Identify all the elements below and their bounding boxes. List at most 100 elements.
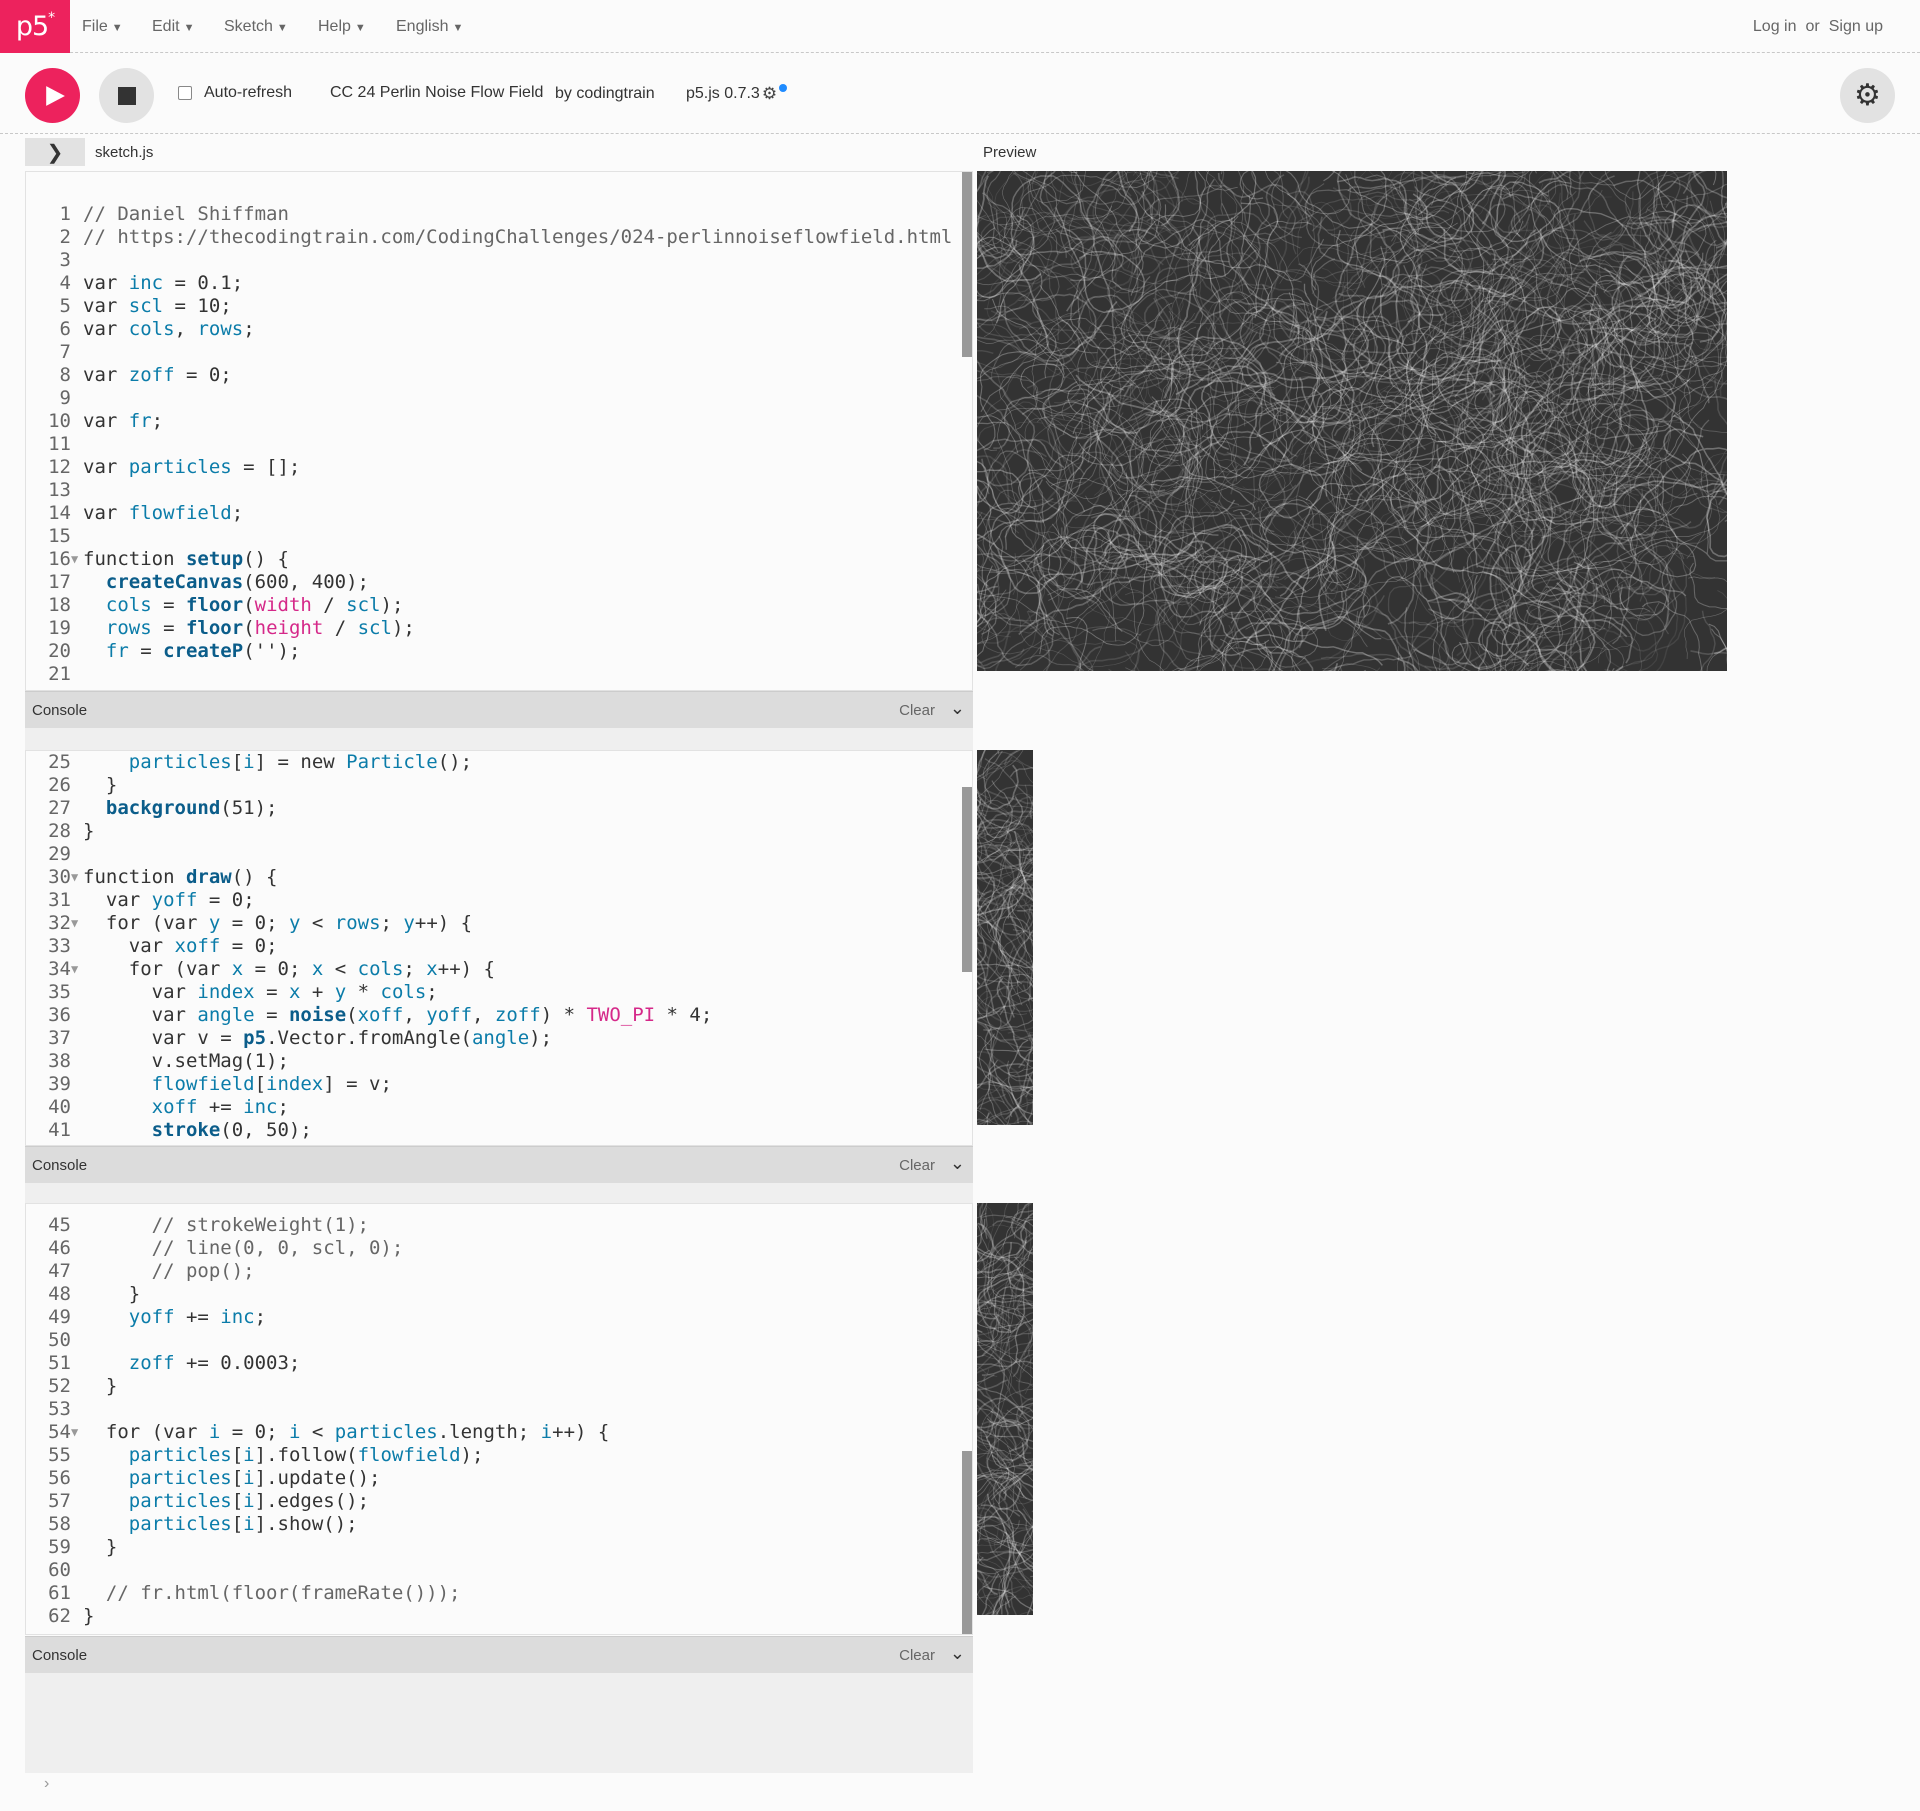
menu-help[interactable]: Help ▼	[318, 0, 366, 53]
code-line[interactable]: 35 var index = x + y * cols;	[26, 981, 972, 1004]
code-line[interactable]: 31 var yoff = 0;	[26, 889, 972, 912]
code-line[interactable]: 3	[26, 249, 972, 272]
console-clear-button[interactable]: Clear	[899, 1157, 935, 1174]
code-line[interactable]: 9	[26, 387, 972, 410]
code-line[interactable]: 55 particles[i].follow(flowfield);	[26, 1444, 972, 1467]
code-text: cols = floor(width / scl);	[105, 594, 404, 616]
code-line[interactable]: 39 flowfield[index] = v;	[26, 1073, 972, 1096]
file-tab[interactable]: sketch.js	[95, 144, 153, 161]
menu-sketch[interactable]: Sketch ▼	[224, 0, 288, 53]
code-line[interactable]: 7	[26, 341, 972, 364]
code-line[interactable]: 58 particles[i].show();	[26, 1513, 972, 1536]
code-editor-2[interactable]: 25 particles[i] = new Particle(); 26 } 27 …	[25, 750, 973, 1146]
code-line[interactable]: 47 // pop();	[26, 1260, 972, 1283]
code-line[interactable]: 29	[26, 843, 972, 866]
p5-version[interactable]: p5.js 0.7.3 ⚙	[686, 84, 788, 104]
code-line[interactable]: 10 var fr;	[26, 410, 972, 433]
code-line[interactable]: 26 }	[26, 774, 972, 797]
fold-arrow-icon[interactable]: ▼	[71, 1421, 83, 1444]
play-button[interactable]	[25, 68, 80, 123]
code-line[interactable]: 51 zoff += 0.0003;	[26, 1352, 972, 1375]
code-line[interactable]: 17 createCanvas(600, 400);	[26, 571, 972, 594]
code-line[interactable]: 50	[26, 1329, 972, 1352]
top-nav: p5* File ▼ Edit ▼ Sketch ▼ Help ▼ English ▼ L…	[0, 0, 1920, 53]
sketch-title[interactable]: CC 24 Perlin Noise Flow Field	[330, 84, 543, 102]
console-clear-button[interactable]: Clear	[899, 1647, 935, 1664]
code-line[interactable]: 48 }	[26, 1283, 972, 1306]
code-line[interactable]: 37 var v = p5.Vector.fromAngle(angle);	[26, 1027, 972, 1050]
code-line[interactable]: 1 // Daniel Shiffman	[26, 203, 972, 226]
line-number: 58	[48, 1513, 71, 1535]
signup-link[interactable]: Sign up	[1829, 18, 1883, 35]
code-line[interactable]: 41 stroke(0, 50);	[26, 1119, 972, 1142]
chevron-down-icon[interactable]: ⌄	[950, 1153, 965, 1174]
code-line[interactable]: 21	[26, 663, 972, 686]
code-line[interactable]: 49 yoff += inc;	[26, 1306, 972, 1329]
flow-stroke	[1718, 493, 1727, 506]
code-editor-3[interactable]: 45 // strokeWeight(1); 46 // line(0, 0, s…	[25, 1203, 973, 1635]
preview-canvas[interactable]	[977, 171, 1727, 671]
code-line[interactable]: 5 var scl = 10;	[26, 295, 972, 318]
code-line[interactable]: 32▼ for (var y = 0; y < rows; y++) {	[26, 912, 972, 935]
code-line[interactable]: 28}	[26, 820, 972, 843]
code-line[interactable]: 56 particles[i].update();	[26, 1467, 972, 1490]
code-line[interactable]: 2 // https://thecodingtrain.com/CodingCha…	[26, 226, 972, 249]
code-line[interactable]: 33 var xoff = 0;	[26, 935, 972, 958]
code-line[interactable]: 11	[26, 433, 972, 456]
code-line[interactable]: 36 var angle = noise(xoff, yoff, zoff) *…	[26, 1004, 972, 1027]
sidebar-toggle-button[interactable]: ❯	[25, 138, 85, 166]
code-line[interactable]: 20 fr = createP('');	[26, 640, 972, 663]
code-line[interactable]: 14 var flowfield;	[26, 502, 972, 525]
code-line[interactable]: 61 // fr.html(floor(frameRate()));	[26, 1582, 972, 1605]
code-line[interactable]: 52 }	[26, 1375, 972, 1398]
code-line[interactable]: 8 var zoff = 0;	[26, 364, 972, 387]
sketch-owner[interactable]: by codingtrain	[555, 85, 655, 103]
code-editor-1[interactable]: 1 // Daniel Shiffman 2 // https://thecoding…	[25, 171, 973, 691]
code-line[interactable]: 40 xoff += inc;	[26, 1096, 972, 1119]
code-line[interactable]: 46 // line(0, 0, scl, 0);	[26, 1237, 972, 1260]
editor-scrollbar[interactable]	[962, 787, 972, 972]
code-line[interactable]: 18 cols = floor(width / scl);	[26, 594, 972, 617]
code-line[interactable]: 45 // strokeWeight(1);	[26, 1214, 972, 1237]
menu-edit-label: Edit	[152, 18, 180, 35]
code-line[interactable]: 25 particles[i] = new Particle();	[26, 751, 972, 774]
auto-refresh-checkbox[interactable]	[178, 86, 192, 100]
stop-button[interactable]	[99, 68, 154, 123]
code-line[interactable]: 13	[26, 479, 972, 502]
menu-edit[interactable]: Edit ▼	[152, 0, 194, 53]
code-line[interactable]: 38 v.setMag(1);	[26, 1050, 972, 1073]
menu-language[interactable]: English ▼	[396, 0, 463, 53]
console-prompt[interactable]: ›	[44, 1775, 49, 1793]
code-text: stroke(0, 50);	[151, 1119, 312, 1141]
editor-scrollbar[interactable]	[962, 1451, 972, 1634]
code-line[interactable]: 16▼ function setup() {	[26, 548, 972, 571]
code-line[interactable]: 59 }	[26, 1536, 972, 1559]
code-line[interactable]: 12 var particles = [];	[26, 456, 972, 479]
code-line[interactable]: 62}	[26, 1605, 972, 1628]
code-line[interactable]: 6 var cols, rows;	[26, 318, 972, 341]
code-line[interactable]: 30▼ function draw() {	[26, 866, 972, 889]
fold-arrow-icon[interactable]: ▼	[71, 912, 83, 935]
chevron-down-icon[interactable]: ⌄	[950, 698, 965, 719]
settings-button[interactable]: ⚙	[1840, 68, 1895, 123]
login-link[interactable]: Log in	[1753, 18, 1797, 35]
menu-file[interactable]: File ▼	[82, 0, 123, 53]
fold-arrow-icon[interactable]: ▼	[71, 958, 83, 981]
code-line[interactable]: 53	[26, 1398, 972, 1421]
code-line[interactable]: 15	[26, 525, 972, 548]
code-line[interactable]: 60	[26, 1559, 972, 1582]
fold-arrow-icon[interactable]: ▼	[71, 548, 83, 571]
code-line[interactable]: 4 var inc = 0.1;	[26, 272, 972, 295]
code-line[interactable]: 19 rows = floor(height / scl);	[26, 617, 972, 640]
code-line[interactable]: 34▼ for (var x = 0; x < cols; x++) {	[26, 958, 972, 981]
chevron-down-icon[interactable]: ⌄	[950, 1643, 965, 1664]
p5-logo[interactable]: p5*	[0, 0, 70, 53]
fold-arrow-icon[interactable]: ▼	[71, 866, 83, 889]
code-line[interactable]: 54▼ for (var i = 0; i < particles.length…	[26, 1421, 972, 1444]
console-clear-button[interactable]: Clear	[899, 702, 935, 719]
code-line[interactable]: 57 particles[i].edges();	[26, 1490, 972, 1513]
auto-refresh-toggle[interactable]: Auto-refresh	[178, 84, 292, 102]
editor-scrollbar[interactable]	[962, 172, 972, 357]
code-text: var inc = 0.1;	[83, 272, 244, 294]
code-line[interactable]: 27 background(51);	[26, 797, 972, 820]
